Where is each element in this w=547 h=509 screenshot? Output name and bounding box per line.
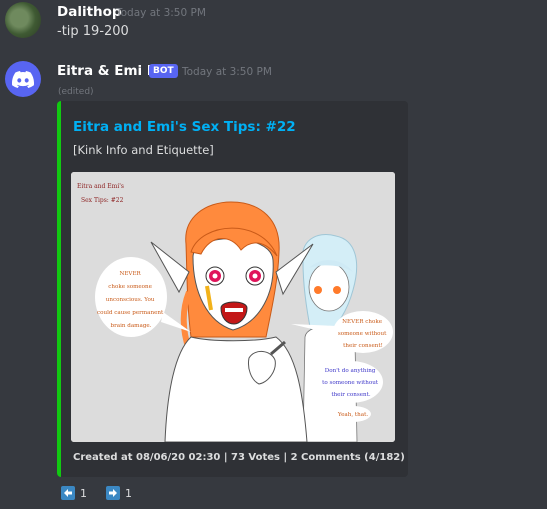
reaction-count: 1 — [80, 486, 87, 500]
embed-image[interactable]: Eitra and Emi's Sex Tips: #22 NEVER chok… — [71, 172, 395, 442]
left-arrow-icon — [61, 486, 75, 500]
embed-description: [Kink Info and Etiquette] — [73, 143, 214, 157]
bot-avatar[interactable] — [5, 61, 41, 97]
reaction-left-arrow[interactable]: 1 — [61, 484, 87, 502]
comic-illustration: Eitra and Emi's Sex Tips: #22 NEVER chok… — [71, 172, 395, 442]
message-timestamp: Today at 3:50 PM — [182, 66, 272, 78]
embed-footer: Created at 08/06/20 02:30 | 73 Votes | 2… — [73, 452, 405, 463]
svg-text:Yeah, that.: Yeah, that. — [337, 412, 368, 418]
reaction-count: 1 — [125, 486, 132, 500]
speech-bubble-right-2: Don't do anything to someone without the… — [319, 361, 383, 403]
discord-logo-icon — [12, 70, 34, 88]
embed-title-link[interactable]: Eitra and Emi's Sex Tips: #22 — [73, 119, 296, 135]
edited-label: (edited) — [58, 87, 94, 97]
message-content: -tip 19-200 — [57, 24, 129, 39]
corner-title-line-1: Eitra and Emi's — [77, 183, 124, 190]
svg-text:NEVER choke someone: NEVER choke someone without their consen… — [338, 319, 388, 349]
message-timestamp: Today at 3:50 PM — [116, 7, 206, 19]
embed: Eitra and Emi's Sex Tips: #22 [Kink Info… — [57, 101, 408, 477]
user-avatar-dalithop[interactable] — [5, 2, 41, 38]
username-dalithop[interactable]: Dalithop — [57, 4, 122, 20]
corner-title-line-2: Sex Tips: #22 — [81, 197, 124, 204]
right-arrow-icon — [106, 486, 120, 500]
reaction-right-arrow[interactable]: 1 — [106, 484, 132, 502]
bot-badge: BOT — [149, 64, 178, 78]
